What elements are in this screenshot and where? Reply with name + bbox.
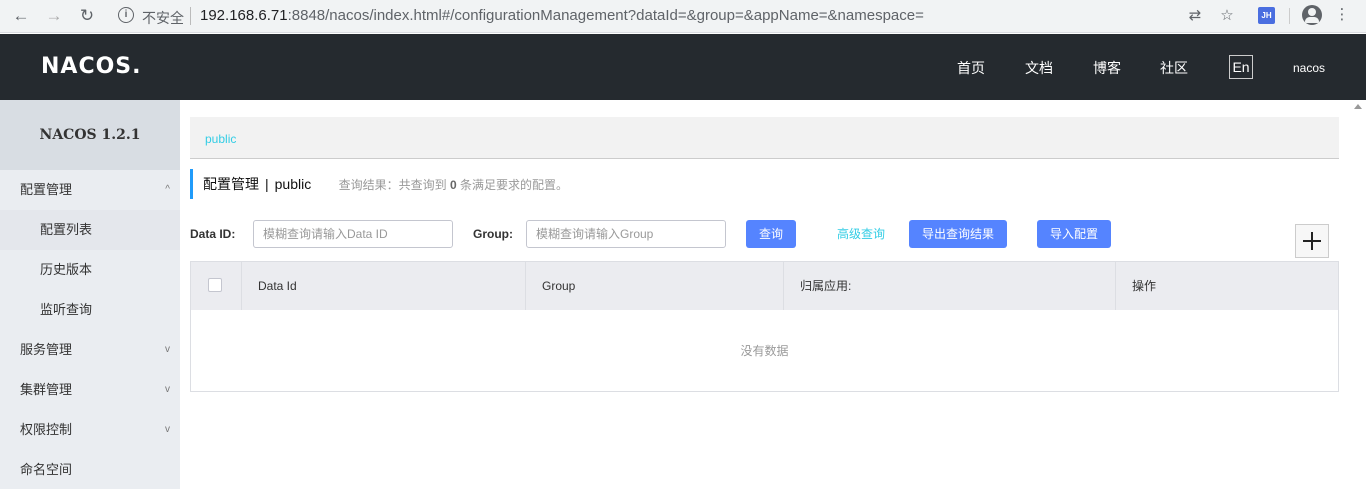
column-header-app[interactable]: 归属应用:: [783, 262, 1115, 310]
dataid-label-text: Data ID:: [190, 227, 236, 241]
group-label: Group:: [473, 220, 513, 248]
translate-icon[interactable]: ⇄: [1186, 7, 1204, 25]
sidebar: NACOS 1.2.1 配置管理 ^ 配置列表 历史版本 监听查询 服务管理 v…: [0, 100, 180, 489]
toolbar-divider: [1289, 8, 1290, 24]
reload-icon[interactable]: ↻: [76, 5, 98, 27]
sidebar-item-config-management[interactable]: 配置管理 ^: [0, 170, 180, 210]
select-all-checkbox[interactable]: [208, 278, 222, 292]
sidebar-item-namespace[interactable]: 命名空间: [0, 450, 180, 490]
address-bar[interactable]: i 不安全 192.168.6.71:8848/nacos/index.html…: [108, 3, 1246, 29]
sidebar-item-label: 历史版本: [40, 262, 93, 277]
chevron-down-icon: v: [165, 384, 170, 395]
sidebar-item-config-list[interactable]: 配置列表: [0, 210, 180, 250]
query-button[interactable]: 查询: [746, 220, 796, 248]
scrollbar-up-arrow-icon[interactable]: [1354, 104, 1362, 109]
nav-blog[interactable]: 博客: [1093, 58, 1121, 78]
url-divider: [190, 7, 191, 25]
nav-community[interactable]: 社区: [1160, 58, 1188, 78]
user-name[interactable]: nacos: [1293, 61, 1325, 75]
sidebar-item-label: 监听查询: [40, 302, 93, 317]
sidebar-item-label: 服务管理: [20, 342, 73, 357]
column-header-group[interactable]: Group: [525, 262, 783, 310]
sidebar-item-listener-query[interactable]: 监听查询: [0, 290, 180, 330]
extension-jh-icon[interactable]: JH: [1258, 7, 1275, 24]
dataid-label: Data ID:: [190, 220, 235, 248]
namespace-link-public[interactable]: public: [205, 132, 236, 146]
table-header: Data Id Group 归属应用: 操作: [191, 262, 1338, 310]
group-input[interactable]: 模糊查询请输入Group: [526, 220, 726, 248]
sidebar-item-history[interactable]: 历史版本: [0, 250, 180, 290]
namespace-bar: public: [190, 117, 1339, 159]
chevron-up-icon: ^: [165, 184, 170, 195]
menu-kebab-icon[interactable]: ⋮: [1333, 6, 1351, 24]
page-title: 配置管理 | public 查询结果：共查询到 0 条满足要求的配置。: [190, 169, 568, 199]
page-title-namespace: public: [274, 176, 312, 192]
hint-suffix: 条满足要求的配置。: [459, 178, 568, 192]
sidebar-title: NACOS 1.2.1: [0, 100, 180, 170]
sidebar-item-service-management[interactable]: 服务管理 v: [0, 330, 180, 370]
import-config-button[interactable]: 导入配置: [1037, 220, 1111, 248]
sidebar-item-label: 权限控制: [20, 422, 73, 437]
insecure-label: 不安全: [142, 10, 184, 26]
sidebar-item-permission-control[interactable]: 权限控制 v: [0, 410, 180, 450]
sidebar-item-label: 配置列表: [40, 222, 93, 237]
back-icon[interactable]: ←: [10, 5, 32, 27]
info-icon[interactable]: i: [118, 7, 134, 23]
sidebar-item-label: 命名空间: [20, 462, 73, 477]
browser-toolbar: ← → ↻ i 不安全 192.168.6.71:8848/nacos/inde…: [0, 0, 1366, 33]
url-path: :8848/nacos/index.html#/configurationMan…: [287, 7, 924, 24]
query-result-hint: 查询结果：共查询到 0 条满足要求的配置。: [339, 178, 568, 192]
bookmark-star-icon[interactable]: ☆: [1218, 7, 1236, 25]
config-table: Data Id Group 归属应用: 操作 没有数据: [190, 261, 1339, 392]
url-text[interactable]: 192.168.6.71:8848/nacos/index.html#/conf…: [200, 7, 924, 24]
chevron-down-icon: v: [165, 344, 170, 355]
column-header-actions: 操作: [1115, 262, 1338, 310]
nav-docs[interactable]: 文档: [1025, 58, 1053, 78]
chevron-down-icon: v: [165, 424, 170, 435]
sidebar-item-label: 集群管理: [20, 382, 73, 397]
add-config-button[interactable]: [1295, 224, 1329, 258]
profile-avatar-icon[interactable]: [1302, 5, 1322, 25]
advanced-query-link[interactable]: 高级查询: [837, 220, 885, 248]
column-header-dataid[interactable]: Data Id: [241, 262, 525, 310]
forward-icon[interactable]: →: [43, 5, 65, 27]
nav-home[interactable]: 首页: [957, 58, 985, 78]
title-separator: |: [265, 176, 269, 192]
language-switch-button[interactable]: En: [1229, 55, 1253, 79]
group-label-text: Group:: [473, 227, 513, 241]
url-host: 192.168.6.71: [200, 7, 288, 24]
app-header: NACOS. 首页 文档 博客 社区 En nacos: [0, 34, 1366, 100]
table-empty-message: 没有数据: [740, 344, 789, 358]
export-results-button[interactable]: 导出查询结果: [909, 220, 1007, 248]
hint-count: 0: [449, 178, 457, 192]
nacos-logo[interactable]: NACOS.: [41, 54, 142, 79]
sidebar-item-label: 配置管理: [20, 182, 73, 197]
sidebar-item-cluster-management[interactable]: 集群管理 v: [0, 370, 180, 410]
page-title-text: 配置管理: [203, 176, 259, 192]
hint-prefix: 查询结果：共查询到: [338, 178, 447, 192]
dataid-input[interactable]: 模糊查询请输入Data ID: [253, 220, 453, 248]
